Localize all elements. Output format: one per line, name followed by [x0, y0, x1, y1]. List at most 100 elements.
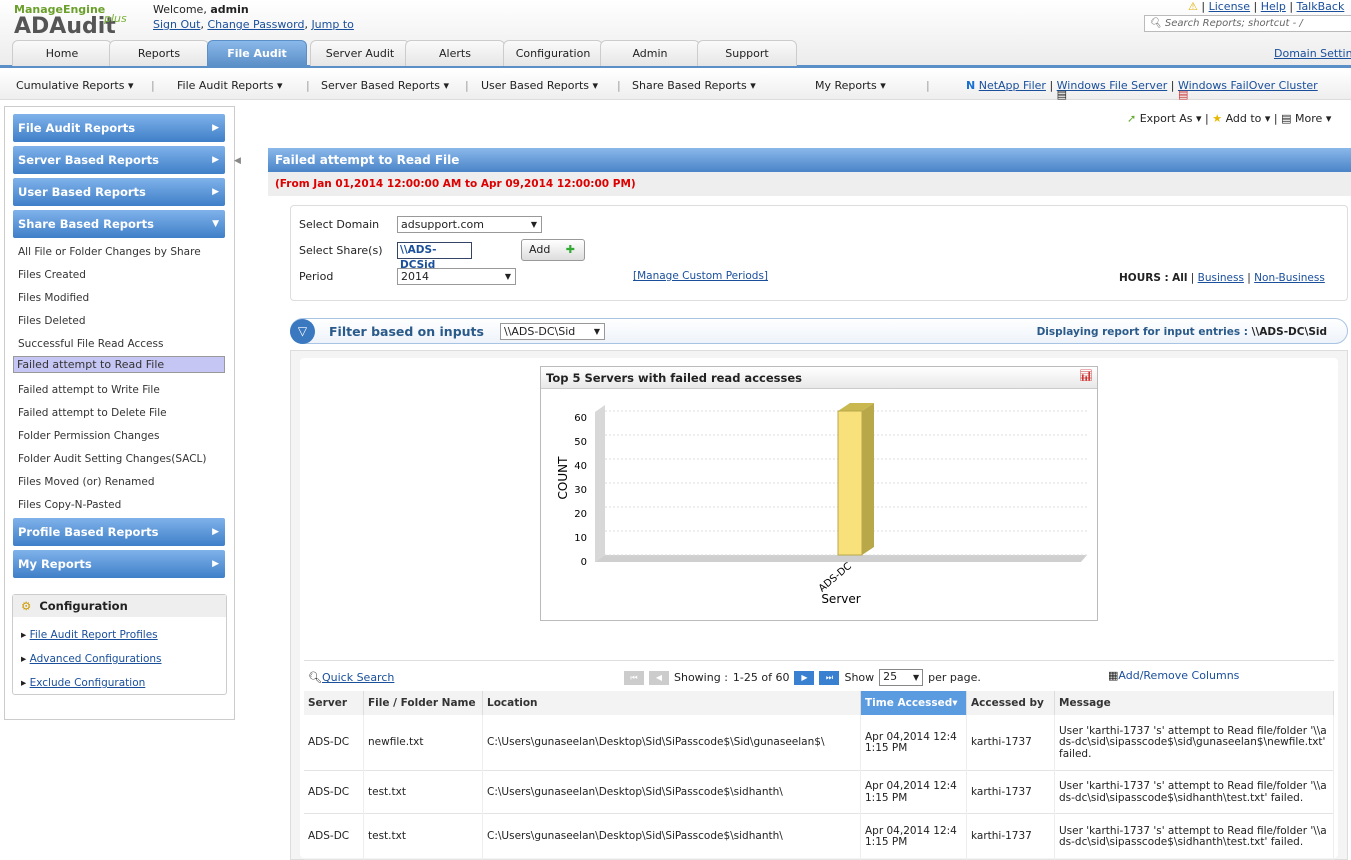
menu-my-reports[interactable]: My Reports ▾	[815, 79, 886, 92]
netapp-filer-link[interactable]: NetApp Filer	[979, 79, 1046, 92]
add-remove-columns-link[interactable]: Add/Remove Columns	[1118, 669, 1239, 682]
chevron-right-icon: ▶	[212, 559, 219, 569]
search-placeholder: Search Reports; shortcut - /	[1164, 18, 1303, 29]
domain-settings-link[interactable]: Domain Settings	[1274, 47, 1351, 60]
sidebar-section-profile-based[interactable]: Profile Based Reports ▶	[13, 518, 225, 546]
sidebar-item[interactable]: Files Created	[13, 264, 225, 286]
sidebar-section-server-based[interactable]: Server Based Reports ▶	[13, 146, 225, 174]
per-page-label: per page.	[928, 671, 981, 684]
last-page-icon[interactable]: ⏭	[819, 670, 840, 685]
tab-configuration[interactable]: Configuration	[503, 40, 603, 66]
sign-out-link[interactable]: Sign Out	[153, 18, 200, 31]
configuration-panel: ⚙ Configuration ▸ File Audit Report Prof…	[12, 594, 227, 695]
file-audit-report-profiles-link[interactable]: File Audit Report Profiles	[30, 629, 158, 641]
column-header[interactable]: Time Accessed▾	[861, 691, 967, 715]
filter-select[interactable]: \\ADS-DC\Sid ▼	[500, 323, 605, 340]
menu-file-audit-reports[interactable]: File Audit Reports ▾	[177, 79, 282, 92]
sidebar-item[interactable]: Files Modified	[13, 287, 225, 309]
per-page-select[interactable]: 25 ▼	[879, 669, 924, 686]
windows-file-server-link[interactable]: Windows File Server	[1057, 79, 1168, 92]
talkback-link[interactable]: TalkBack	[1297, 0, 1345, 13]
table-cell: User 'karthi-1737 's' attempt to Read fi…	[1055, 771, 1334, 814]
columns-icon: ▦	[1108, 669, 1119, 682]
change-password-link[interactable]: Change Password	[207, 18, 304, 31]
manage-custom-periods-link[interactable]: [Manage Custom Periods]	[633, 270, 768, 282]
sidebar-item[interactable]: Files Moved (or) Renamed	[13, 471, 225, 493]
business-link[interactable]: Business	[1198, 272, 1244, 284]
export-as-button[interactable]: Export As ▾	[1140, 112, 1202, 125]
warning-icon[interactable]: ⚠	[1188, 0, 1198, 13]
hours-all[interactable]: All	[1172, 272, 1187, 284]
more-button[interactable]: More ▾	[1295, 112, 1331, 125]
first-page-icon[interactable]: ⏮	[624, 670, 644, 685]
sidebar-item[interactable]: Failed attempt to Delete File	[13, 402, 225, 424]
filter-icon: ▽	[290, 319, 315, 344]
sidebar-item[interactable]: Files Copy-N-Pasted	[13, 494, 225, 516]
tab-home[interactable]: Home	[12, 40, 112, 66]
share-input[interactable]: \\ADS-DCSid	[397, 242, 472, 271]
menu-server-based-reports[interactable]: Server Based Reports ▾	[321, 79, 449, 92]
tab-alerts[interactable]: Alerts	[405, 40, 505, 66]
sidebar-item[interactable]: All File or Folder Changes by Share	[13, 241, 225, 263]
column-header[interactable]: File / Folder Name	[364, 691, 483, 715]
quick-search-link[interactable]: Quick Search	[322, 671, 394, 684]
showing-label: Showing :	[674, 671, 728, 684]
add-to-button[interactable]: Add to ▾	[1226, 112, 1271, 125]
sidebar-section-my-reports[interactable]: My Reports ▶	[13, 550, 225, 578]
table-cell: test.txt	[364, 814, 483, 860]
export-icon: ➚	[1127, 112, 1137, 125]
table-cell: ADS-DC	[304, 814, 364, 860]
menu-user-based-reports[interactable]: User Based Reports ▾	[481, 79, 598, 92]
collapse-sidebar-icon[interactable]: ◀	[234, 156, 241, 166]
column-header[interactable]: Location	[483, 691, 861, 715]
welcome-text: Welcome,	[153, 3, 207, 16]
tab-file-audit[interactable]: File Audit	[207, 40, 307, 66]
displaying-value: \\ADS-DC\Sid	[1251, 326, 1327, 338]
column-header[interactable]: Message	[1055, 691, 1334, 715]
table-row[interactable]: ADS-DC newfile.txt C:\Users\gunaseelan\Des…	[304, 715, 1334, 771]
displaying-label: Displaying report for input entries :	[1036, 326, 1248, 338]
y-tick-label: 10	[574, 533, 587, 544]
prev-page-icon[interactable]: ◀	[649, 670, 669, 685]
sidebar-item[interactable]: Successful File Read Access	[13, 333, 225, 355]
sidebar-item[interactable]: Folder Permission Changes	[13, 425, 225, 447]
sidebar-item[interactable]: Failed attempt to Read File	[13, 356, 225, 373]
sidebar-section-user-based[interactable]: User Based Reports ▶	[13, 178, 225, 206]
column-header[interactable]: Server	[304, 691, 364, 715]
sidebar-item[interactable]: Failed attempt to Write File	[13, 379, 225, 401]
period-select[interactable]: 2014 ▼	[397, 268, 516, 285]
table-cell: ADS-DC	[304, 715, 364, 771]
search-input[interactable]: 🔍︎ Search Reports; shortcut - /	[1144, 15, 1351, 32]
table-row[interactable]: ADS-DC test.txt C:\Users\gunaseelan\Deskto…	[304, 814, 1334, 860]
jump-to-link[interactable]: Jump to	[311, 18, 353, 31]
share-label: Select Share(s)	[299, 244, 383, 257]
sidebar-item[interactable]: Folder Audit Setting Changes(SACL)	[13, 448, 225, 470]
y-tick-label: 20	[574, 509, 587, 520]
help-link[interactable]: Help	[1261, 0, 1286, 13]
sidebar-section-file-audit[interactable]: File Audit Reports ▶	[13, 114, 225, 142]
advanced-configurations-link[interactable]: Advanced Configurations	[30, 653, 162, 665]
chart-title: Top 5 Servers with failed read accesses	[541, 367, 1097, 389]
license-link[interactable]: License	[1209, 0, 1250, 13]
windows-failover-cluster-link[interactable]: Windows FailOver Cluster	[1178, 79, 1318, 92]
tab-reports[interactable]: Reports	[109, 40, 209, 66]
tab-support[interactable]: Support	[697, 40, 797, 66]
tab-admin[interactable]: Admin	[600, 40, 700, 66]
sidebar-item[interactable]: Files Deleted	[13, 310, 225, 332]
next-page-icon[interactable]: ▶	[794, 670, 815, 685]
welcome: Welcome, admin	[153, 3, 249, 16]
domain-select[interactable]: adsupport.com ▼	[397, 216, 542, 233]
add-share-button[interactable]: Add ✚	[521, 239, 585, 261]
table-cell: C:\Users\gunaseelan\Desktop\Sid\SiPassco…	[483, 715, 861, 771]
tab-server-audit[interactable]: Server Audit	[310, 40, 410, 66]
add-label: Add	[529, 243, 551, 256]
exclude-configuration-link[interactable]: Exclude Configuration	[30, 677, 146, 689]
sidebar-section-share-based[interactable]: Share Based Reports ▼	[13, 210, 225, 238]
non-business-link[interactable]: Non-Business	[1254, 272, 1325, 284]
column-header[interactable]: Accessed by	[967, 691, 1055, 715]
y-tick-label: 30	[574, 485, 587, 496]
table-row[interactable]: ADS-DC test.txt C:\Users\gunaseelan\Deskto…	[304, 771, 1334, 814]
menu-share-based-reports[interactable]: Share Based Reports ▾	[632, 79, 756, 92]
menu-cumulative-reports[interactable]: Cumulative Reports ▾	[16, 79, 134, 92]
chart-type-icon[interactable]: 📊︎	[1079, 369, 1093, 382]
